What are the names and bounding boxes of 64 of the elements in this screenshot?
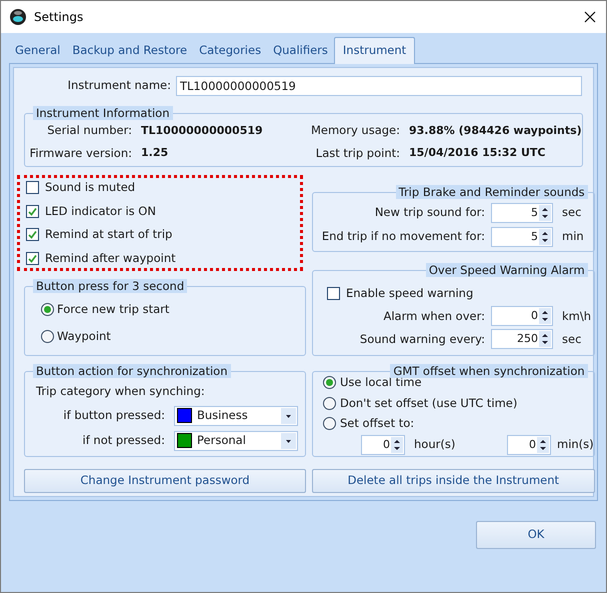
info-label: Last trip point:	[314, 144, 401, 162]
spin-value: 0	[529, 436, 537, 453]
tab[interactable]: Backup and Restore	[66, 39, 194, 63]
spin-field[interactable]: 5	[491, 203, 553, 223]
group-title: Button action for synchronization	[33, 364, 231, 378]
spin-value: 250	[517, 330, 539, 347]
field-label: End trip if no movement for:	[320, 228, 486, 246]
dropdown-value: Business	[197, 407, 249, 424]
info-value: 15/04/2016 15:32 UTC	[409, 144, 546, 161]
window-title: Settings	[34, 9, 84, 26]
field-label: Sound warning every:	[358, 330, 486, 348]
info-value: 93.88% (984426 waypoints)	[409, 122, 582, 139]
field-label: Alarm when over:	[382, 308, 486, 324]
radio-label: Force new trip start	[57, 301, 170, 318]
info-label: Firmware version:	[28, 144, 133, 162]
group-title: Button press for 3 second	[33, 279, 188, 293]
action-button[interactable]: Change Instrument password	[24, 469, 306, 493]
tab[interactable]: Qualifiers	[267, 39, 334, 63]
category-dropdown[interactable]: Business	[174, 406, 298, 426]
spin-field[interactable]: 0	[507, 435, 551, 455]
checkbox-label: Sound is muted	[45, 179, 136, 196]
spin-field[interactable]: 0	[361, 435, 405, 455]
spin-value: 5	[531, 204, 539, 221]
group-title: Over Speed Warning Alarm	[426, 263, 588, 277]
checkbox-label: Enable speed warning	[346, 284, 474, 302]
unit-label: min	[561, 228, 584, 246]
ok-button[interactable]: OK	[476, 521, 596, 549]
field-label: Instrument name:	[66, 77, 172, 94]
radio-label: Use local time	[340, 375, 422, 392]
spin-field[interactable]: 5	[491, 227, 553, 247]
action-button[interactable]: Delete all trips inside the Instrument	[312, 469, 595, 493]
tab[interactable]: Instrument	[334, 37, 416, 64]
unit-label: sec	[561, 204, 582, 222]
spin-value: 0	[383, 436, 391, 453]
field-label: New trip sound for:	[374, 204, 486, 222]
checkbox-label: Remind at start of trip	[45, 226, 172, 244]
info-label: Serial number:	[46, 122, 133, 140]
info-label: Memory usage:	[310, 122, 401, 140]
group-title: Instrument Information	[33, 106, 172, 120]
category-dropdown[interactable]: Personal	[174, 430, 298, 451]
radio-label: Waypoint	[57, 328, 111, 344]
unit-label: hour(s)	[413, 436, 456, 454]
radio-label: Don't set offset (use UTC time)	[340, 394, 518, 412]
dropdown-value: Personal	[197, 432, 247, 449]
unit-label: km\h	[561, 308, 592, 324]
unit-label: min(s)	[556, 436, 594, 454]
tab[interactable]: Categories	[193, 39, 268, 63]
spin-field[interactable]: 0	[491, 306, 553, 326]
checkbox-label: Remind after waypoint	[45, 250, 176, 267]
spin-field[interactable]: 250	[491, 329, 553, 350]
field-label: if button pressed:	[62, 407, 166, 424]
spin-value: 0	[531, 308, 539, 324]
radio-label: Set offset to:	[340, 414, 414, 432]
group-title: Trip Brake and Reminder sounds	[396, 185, 588, 199]
caption-text: Trip category when synching:	[36, 383, 206, 400]
tab[interactable]: General	[9, 39, 66, 63]
field-label: if not pressed:	[82, 432, 166, 449]
instrument-name-field[interactable]: TL10000000000519	[176, 76, 582, 96]
unit-label: sec	[561, 330, 582, 348]
group-title: GMT offset when synchronization	[390, 364, 588, 378]
info-value: 1.25	[141, 144, 170, 161]
checkbox-label: LED indicator is ON	[45, 202, 156, 220]
spin-value: 5	[531, 228, 539, 245]
info-value: TL10000000000519	[141, 122, 264, 139]
